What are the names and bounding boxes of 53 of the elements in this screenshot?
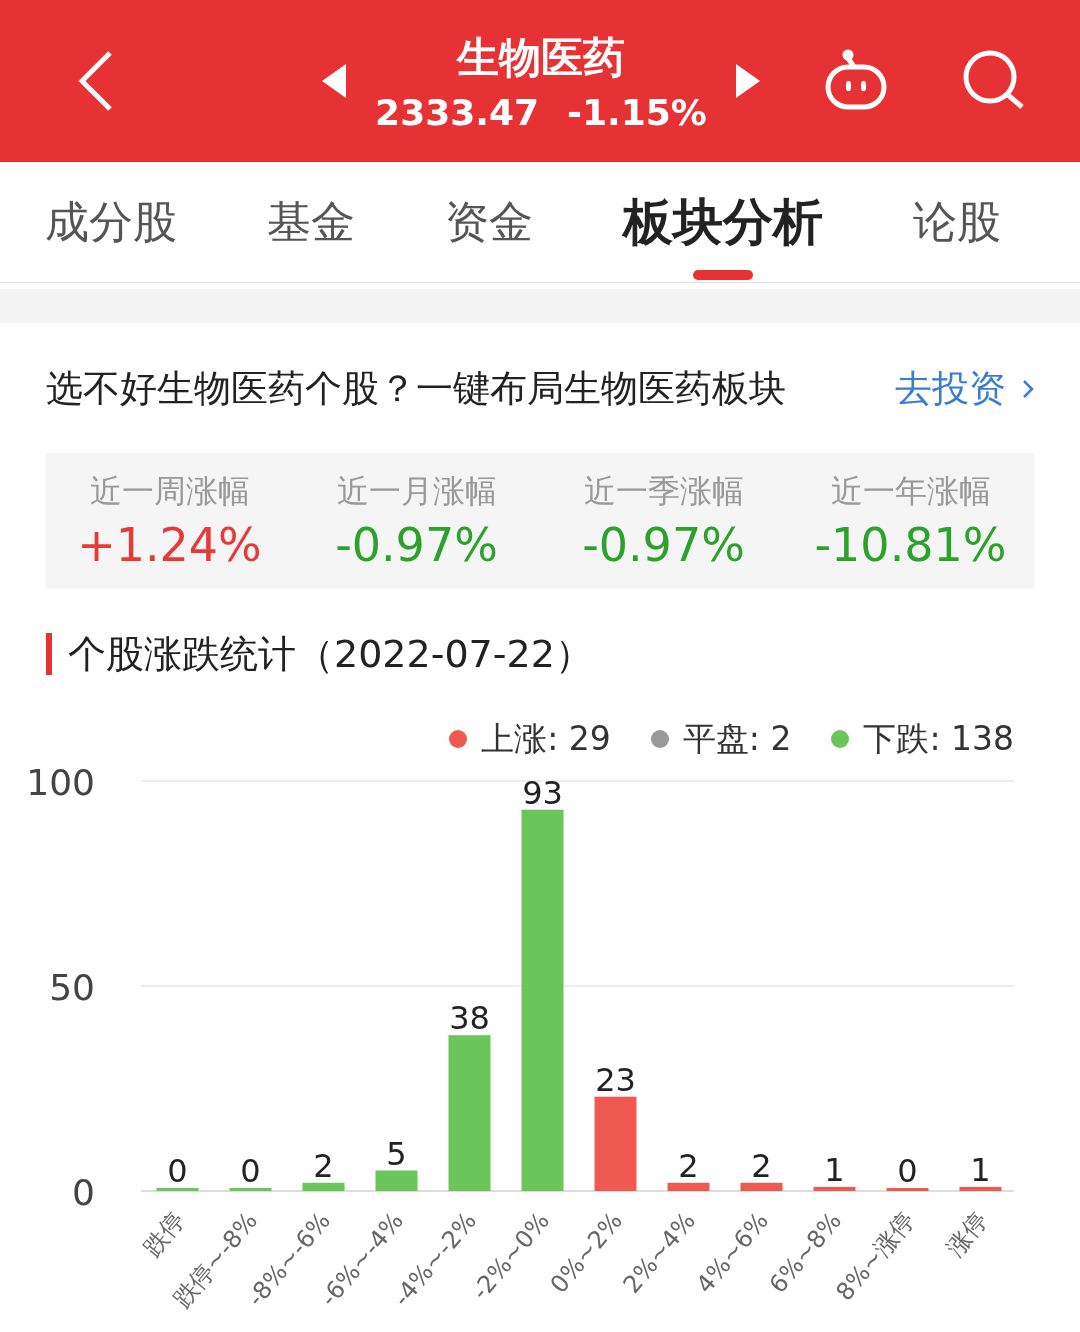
legend-label: 平盘: 2 (682, 717, 792, 760)
bar (302, 1182, 345, 1191)
bar (156, 1188, 199, 1191)
bar (740, 1182, 783, 1191)
data-label: 2 (313, 1146, 334, 1185)
data-label: 1 (824, 1150, 845, 1189)
legend-label: 上涨: 29 (481, 717, 611, 760)
section-title: 个股涨跌统计（2022-07-22） (68, 630, 593, 678)
tab[interactable]: 基金 (242, 162, 380, 282)
next-icon[interactable] (736, 64, 760, 98)
robot-icon[interactable] (824, 49, 888, 113)
stat-label: 近一周涨幅 (89, 471, 250, 512)
bar (813, 1186, 856, 1191)
bar (375, 1170, 418, 1191)
bar (667, 1182, 710, 1191)
index-price: 2333.47 (375, 91, 540, 133)
data-label: 2 (678, 1146, 699, 1185)
stat-label: 近一年涨幅 (830, 471, 991, 512)
index-change: -1.15% (567, 91, 707, 133)
tab[interactable]: 成分股 (20, 162, 202, 282)
stat-value: +1.24% (77, 518, 262, 572)
stat-value: -0.97% (582, 518, 745, 572)
data-label: 1 (970, 1150, 991, 1189)
bar (886, 1188, 929, 1191)
legend-label: 下跌: 138 (863, 717, 1014, 760)
x-axis-label: 跌停 (137, 1206, 191, 1262)
stat-label: 近一季涨幅 (583, 471, 744, 512)
data-label: 38 (449, 999, 490, 1038)
x-axis-label: 涨停 (940, 1206, 994, 1262)
sector-title: 生物医药 (457, 31, 625, 84)
tab[interactable]: 资金 (420, 162, 558, 282)
data-label: 0 (897, 1152, 918, 1190)
stat-value: -0.97% (335, 518, 498, 572)
data-label: 2 (751, 1146, 772, 1185)
y-axis-label: 50 (49, 967, 95, 1008)
data-label: 93 (522, 773, 563, 812)
data-label: 23 (595, 1060, 636, 1099)
chevron-icon (1022, 379, 1034, 399)
stat-label: 近一月涨幅 (336, 471, 497, 512)
bar (229, 1188, 272, 1191)
data-label: 0 (240, 1152, 261, 1190)
tab[interactable]: 论股 (888, 162, 1026, 282)
data-label: 5 (386, 1134, 407, 1173)
y-axis-label: 100 (26, 762, 95, 803)
section-marker (46, 633, 52, 675)
stat-value: -10.81% (814, 518, 1007, 572)
invest-link[interactable]: 去投资 (895, 364, 1034, 414)
data-label: 0 (167, 1152, 188, 1190)
promo-text: 选不好生物医药个股？一键布局生物医药板块 (46, 366, 786, 412)
tab[interactable]: 板块分析 (598, 162, 848, 282)
previous-icon[interactable] (322, 64, 346, 98)
y-axis-label: 0 (72, 1172, 95, 1213)
bar (959, 1186, 1002, 1191)
